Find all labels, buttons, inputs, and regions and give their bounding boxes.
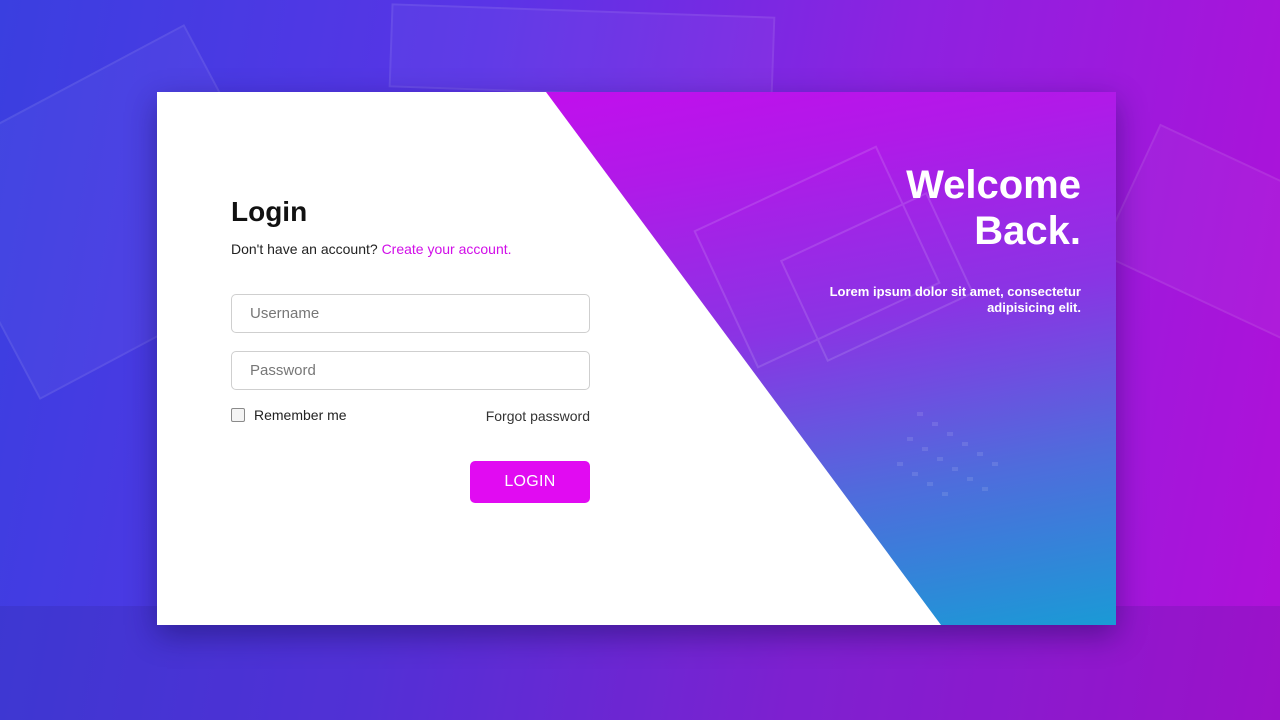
remember-me-label: Remember me [254,407,347,423]
remember-me-toggle[interactable]: Remember me [231,407,347,423]
welcome-panel: Welcome Back. Lorem ipsum dolor sit amet… [681,162,1081,316]
checkbox-icon[interactable] [231,408,245,422]
create-account-link[interactable]: Create your account. [382,241,512,257]
login-form: Login Don't have an account? Create your… [231,192,591,503]
login-button[interactable]: LOGIN [470,461,590,503]
welcome-title: Welcome Back. [906,163,1081,253]
background-screen-shape [1099,123,1280,341]
signup-prompt: Don't have an account? [231,241,378,257]
login-options-row: Remember me Forgot password [231,407,590,427]
login-title: Login [231,196,308,227]
password-input[interactable] [231,351,590,390]
login-card: Login Don't have an account? Create your… [157,92,1116,625]
username-input[interactable] [231,294,590,333]
signup-prompt-line: Don't have an account? Create your accou… [231,240,591,258]
welcome-text: Lorem ipsum dolor sit amet, consectetur … [829,284,1081,315]
forgot-password-link[interactable]: Forgot password [486,408,590,424]
background-screen-shape [388,3,776,101]
